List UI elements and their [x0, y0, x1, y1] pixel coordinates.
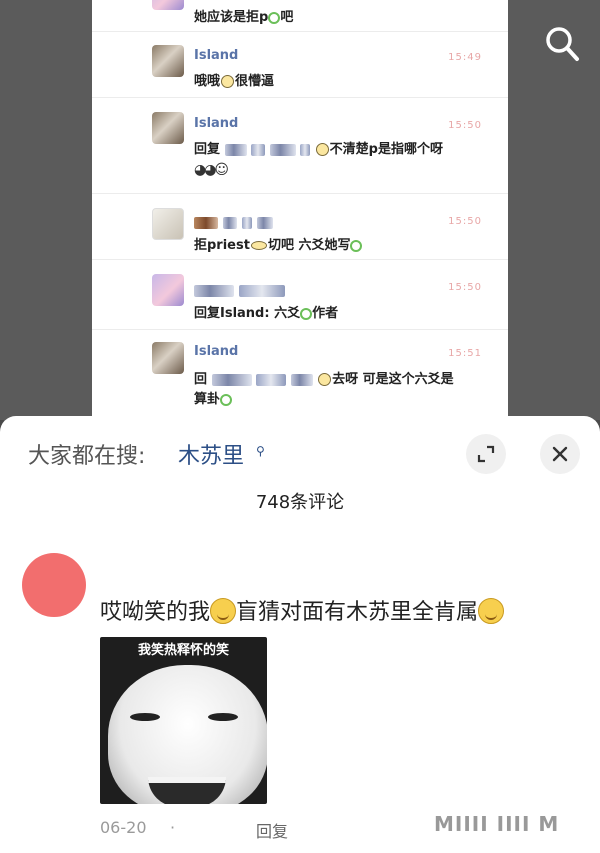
emoji-icon: [220, 393, 233, 406]
avatar[interactable]: [22, 553, 86, 617]
blurred-text: [239, 284, 286, 297]
blurred-text: [194, 216, 218, 229]
expand-button[interactable]: [466, 434, 506, 474]
avatar: [152, 274, 184, 306]
timestamp: 15:49: [448, 52, 482, 63]
comment-image[interactable]: 我笑热释怀的笑: [100, 637, 267, 804]
comment-text-part: 盲猜对面有木苏里全肯属: [236, 600, 479, 625]
chat-message: 她应该是拒p 吧: [92, 0, 508, 32]
message-text-part: 作者: [312, 306, 339, 321]
emoji-icon: [250, 241, 267, 250]
message-text-part: 回复: [194, 142, 221, 157]
comment-text-part: 哎呦笑的我: [100, 600, 211, 625]
hot-search-prefix: 大家都在搜:: [28, 444, 146, 469]
avatar: [152, 0, 184, 10]
chat-message: 15:50 拒priest 切吧 六爻她写: [92, 194, 508, 260]
message-text-part: 切吧 六爻她写: [267, 238, 351, 253]
blurred-text: [194, 284, 234, 297]
background-screenshot: 她应该是拒p 吧 Island 15:49 哦哦 很懵逼 Island 15:50 …: [0, 0, 600, 420]
avatar: [152, 208, 184, 240]
close-button[interactable]: [540, 434, 580, 474]
timestamp: 15:50: [448, 282, 482, 293]
hot-search-term[interactable]: 木苏里: [178, 438, 244, 470]
avatar: [152, 342, 184, 374]
timestamp: 15:51: [448, 348, 482, 359]
search-icon[interactable]: [544, 24, 580, 64]
message-text-part: 不清楚p是指哪个呀: [329, 142, 443, 157]
emoji-icon: [350, 239, 363, 252]
blurred-text: [242, 216, 253, 229]
expand-icon: [477, 445, 495, 463]
chat-screenshot: 她应该是拒p 吧 Island 15:49 哦哦 很懵逼 Island 15:50 …: [92, 0, 508, 420]
blurred-text: [211, 373, 252, 386]
meme-caption: 我笑热释怀的笑: [137, 643, 229, 658]
message-text-part: 她应该是拒p: [194, 10, 269, 25]
message-text-part: 算卦: [194, 392, 221, 407]
laugh-emoji-icon: [478, 598, 505, 624]
chat-message: Island 15:49 哦哦 很懵逼: [92, 32, 508, 98]
emoji-icon: [318, 373, 332, 386]
comment-count: 748条评论: [255, 492, 345, 513]
meme-mouth: [148, 777, 226, 804]
message-text: 回 去呀 可是这个六爻是: [194, 368, 454, 387]
avatar: [152, 112, 184, 144]
emoji-icon: [315, 143, 329, 156]
message-text: 回复Island: 六爻 作者: [194, 302, 338, 321]
message-text-part: 哦哦: [194, 74, 221, 89]
message-text-part: 回复Island: 六爻: [194, 306, 301, 321]
avatar: [152, 45, 184, 77]
chat-message: Island 15:51 回 去呀 可是这个六爻是 算卦: [92, 330, 508, 420]
message-text: 算卦: [194, 388, 233, 407]
message-text-part: 拒priest: [194, 238, 250, 253]
emoji-icon: [300, 307, 313, 320]
emoji-icon: [268, 11, 281, 24]
message-text-part: 很懵逼: [235, 74, 275, 89]
smirk-emoji-icon: [210, 598, 237, 624]
comment-date: 06-20: [100, 818, 147, 837]
blurred-text: [290, 373, 313, 386]
background-margin-left: [0, 0, 92, 420]
blurred-username: [194, 212, 274, 231]
blurred-text: [223, 216, 238, 229]
blurred-username: [194, 280, 286, 299]
sticker-icon: ◕◕☺: [194, 162, 229, 178]
username: Island: [194, 344, 239, 359]
blurred-text: [224, 143, 247, 156]
watermark: ΜΙΙΙΙ ΙΙΙΙ Μ: [434, 812, 560, 836]
meme-eye: [130, 713, 160, 721]
chat-message: Island 15:50 回复 不清楚p是指哪个呀 ◕◕☺: [92, 98, 508, 194]
message-text-part: 去呀 可是这个六爻是: [332, 372, 454, 387]
blurred-text: [251, 143, 266, 156]
timestamp: 15:50: [448, 120, 482, 131]
username: Island: [194, 116, 239, 131]
message-text: 回复 不清楚p是指哪个呀: [194, 138, 443, 157]
search-icon[interactable]: ⚲: [256, 444, 265, 458]
close-icon: [552, 446, 568, 462]
meme-eye: [208, 713, 238, 721]
separator-dot: ·: [170, 818, 176, 837]
reply-button[interactable]: 回复: [256, 818, 288, 842]
comments-sheet: 大家都在搜: 木苏里 ⚲ 748条评论 哎呦笑的我 盲猜对面有木苏里全肯属 我笑热…: [0, 416, 600, 853]
emoji-icon: [221, 75, 235, 88]
message-text-part: 回: [194, 372, 208, 387]
blurred-text: [300, 143, 311, 156]
blurred-text: [257, 216, 274, 229]
chat-message: 15:50 回复Island: 六爻 作者: [92, 260, 508, 330]
comment-text: 哎呦笑的我 盲猜对面有木苏里全肯属: [100, 594, 505, 626]
username: Island: [194, 48, 239, 63]
timestamp: 15:50: [448, 216, 482, 227]
blurred-text: [269, 143, 296, 156]
message-text: 拒priest 切吧 六爻她写: [194, 234, 363, 253]
message-text: 哦哦 很懵逼: [194, 70, 274, 89]
message-text-part: 吧: [280, 10, 294, 25]
message-text: 她应该是拒p 吧: [194, 6, 293, 25]
blurred-text: [256, 373, 287, 386]
meme-face: [108, 665, 267, 804]
